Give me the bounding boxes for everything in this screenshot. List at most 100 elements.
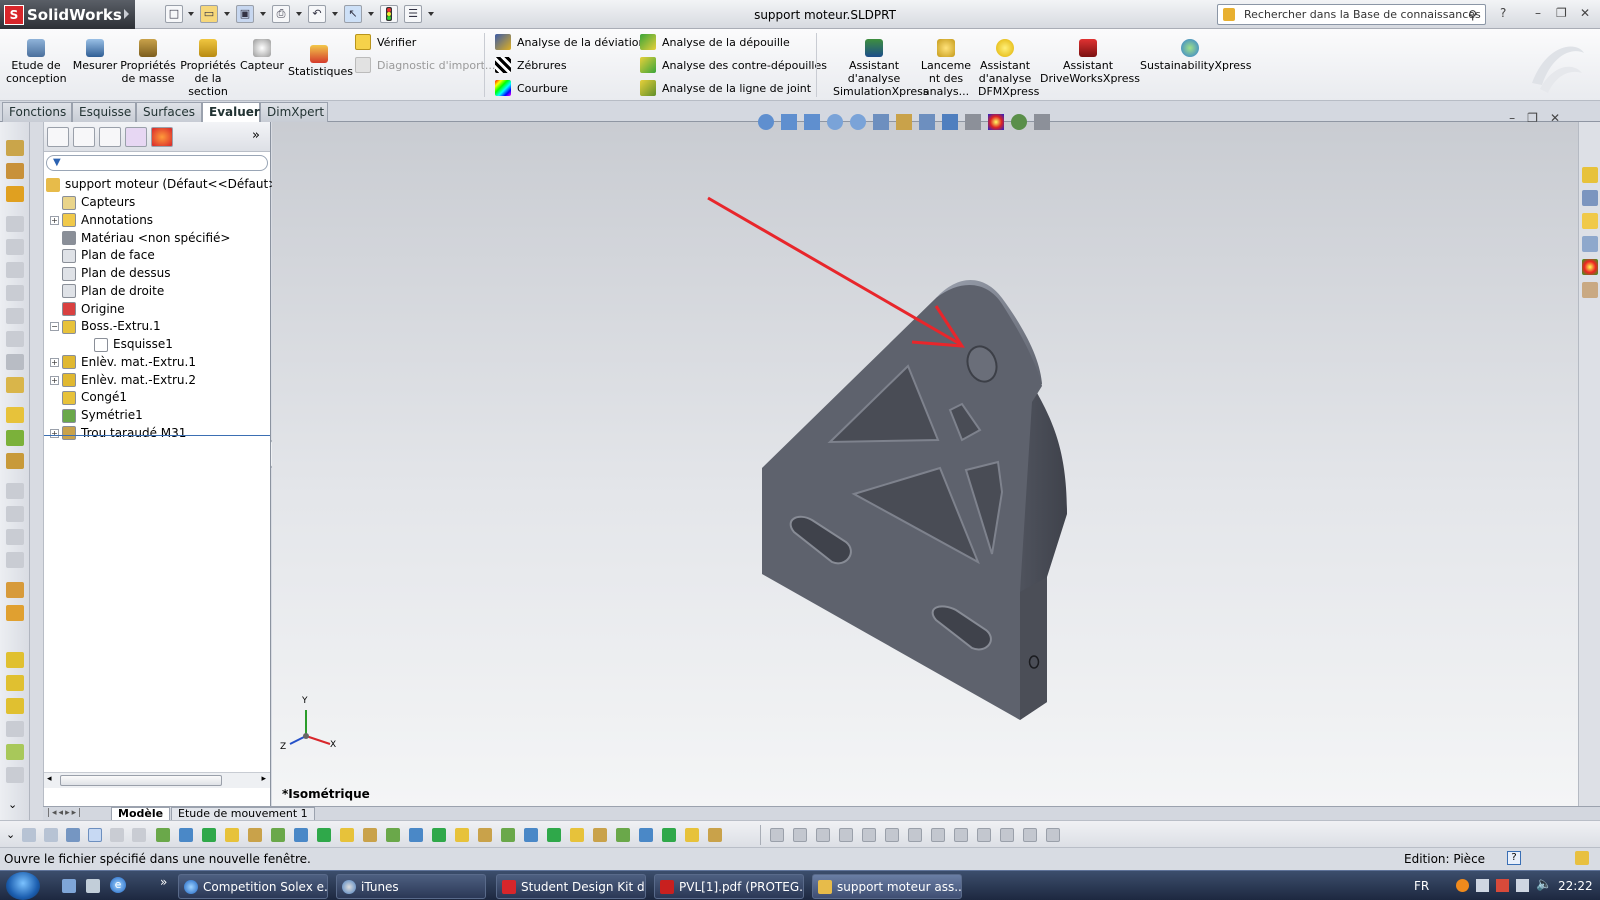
- design-library-icon[interactable]: [1582, 190, 1598, 206]
- print-icon[interactable]: ⎙: [272, 5, 290, 23]
- tree-item[interactable]: Plan de face: [50, 246, 155, 264]
- circular-pattern-icon[interactable]: [6, 529, 24, 545]
- filter-center-marks-icon[interactable]: [386, 828, 400, 842]
- filter-vertices-icon[interactable]: [156, 828, 170, 842]
- horizontal-scrollbar[interactable]: ◂ ▸: [44, 772, 270, 788]
- chamfer-sketch-icon[interactable]: [931, 828, 945, 842]
- select-pointer-icon[interactable]: ↖: [344, 5, 362, 23]
- sustainabilityxpress-button[interactable]: SustainabilityXpress: [1140, 39, 1252, 72]
- box-select-icon[interactable]: [132, 828, 146, 842]
- deviation-analysis-button[interactable]: Analyse de la déviation: [495, 34, 645, 50]
- view-palette-icon[interactable]: [1582, 236, 1598, 252]
- taskbar-button-student-design-kit[interactable]: Student Design Kit d...: [496, 874, 646, 899]
- filter-toggle-icon[interactable]: [66, 828, 80, 842]
- help-icon[interactable]: ?: [1500, 6, 1506, 20]
- section-properties-button[interactable]: Propriétés de la section: [180, 39, 236, 98]
- dimxpert-manager-tab-icon[interactable]: [125, 127, 147, 147]
- tree-item[interactable]: + Annotations: [50, 211, 153, 229]
- minimize-icon[interactable]: –: [1535, 6, 1541, 20]
- taskbar-button-itunes[interactable]: iTunes: [336, 874, 486, 899]
- tree-filter-input[interactable]: ▼: [46, 155, 268, 171]
- filter-axes-icon[interactable]: [271, 828, 285, 842]
- line-icon[interactable]: [816, 828, 830, 842]
- display-manager-tab-icon[interactable]: [151, 127, 173, 147]
- rollback-bar[interactable]: [44, 435, 270, 436]
- filter-blocks-icon[interactable]: [593, 828, 607, 842]
- cut-icon[interactable]: [6, 239, 24, 255]
- options-icon[interactable]: ☰: [404, 5, 422, 23]
- select-other-icon[interactable]: [110, 828, 124, 842]
- scroll-right-icon[interactable]: ▸: [261, 774, 266, 784]
- save-icon[interactable]: ▣: [236, 5, 254, 23]
- expand-node-icon[interactable]: +: [50, 375, 59, 385]
- tab-fonctions[interactable]: Fonctions: [2, 102, 72, 122]
- tree-item[interactable]: Plan de dessus: [50, 264, 171, 282]
- taskbar-button-pdf[interactable]: PVL[1].pdf (PROTEG...: [654, 874, 804, 899]
- tree-item[interactable]: Capteurs: [50, 193, 135, 211]
- selection-filter-icon[interactable]: [22, 828, 36, 842]
- configuration-manager-tab-icon[interactable]: [99, 127, 121, 147]
- file-explorer-icon[interactable]: [1582, 213, 1598, 229]
- security-center-icon[interactable]: [1496, 879, 1509, 892]
- filter-surface-bodies-icon[interactable]: [225, 828, 239, 842]
- scrollbar-thumb[interactable]: [60, 775, 222, 786]
- quicklaunch-overflow-icon[interactable]: »: [160, 875, 167, 889]
- curves-icon[interactable]: [6, 605, 24, 621]
- filter-midpoints-icon[interactable]: [363, 828, 377, 842]
- tree-root-part[interactable]: support moteur (Défaut<<Défaut>_Et: [46, 175, 297, 193]
- chevron-down-icon[interactable]: [428, 12, 434, 16]
- filter-edges-icon[interactable]: [179, 828, 193, 842]
- circle-icon[interactable]: [793, 828, 807, 842]
- internet-explorer-icon[interactable]: e: [110, 877, 126, 893]
- instant3d-icon[interactable]: [6, 698, 24, 714]
- measure-button[interactable]: Mesurer: [72, 39, 118, 72]
- chevron-down-icon[interactable]: [224, 12, 230, 16]
- clock[interactable]: 22:22: [1558, 879, 1593, 893]
- sweep-cut-icon[interactable]: [6, 285, 24, 301]
- filter-routing-points-icon[interactable]: [685, 828, 699, 842]
- loft-cut-icon[interactable]: [6, 308, 24, 324]
- flowxpress-button[interactable]: Lanceme nt des analys...: [920, 39, 972, 98]
- taskbar-button-support-moteur[interactable]: support moteur ass...: [812, 874, 962, 899]
- filter-connection-points-icon[interactable]: [662, 828, 676, 842]
- search-icon[interactable]: ⚲: [1468, 8, 1477, 22]
- tree-item[interactable]: − Boss.-Extru.1: [50, 317, 161, 335]
- chevron-down-icon[interactable]: [188, 12, 194, 16]
- filter-weld-icon[interactable]: [501, 828, 515, 842]
- show-desktop-icon[interactable]: [62, 879, 76, 893]
- new-document-icon[interactable]: □: [165, 5, 183, 23]
- filter-sketch-segments-icon[interactable]: [340, 828, 354, 842]
- start-button[interactable]: [6, 872, 40, 900]
- explorer-icon[interactable]: [86, 879, 100, 893]
- restore-icon[interactable]: ❐: [1556, 6, 1567, 20]
- open-folder-icon[interactable]: ▭: [200, 5, 218, 23]
- expand-node-icon[interactable]: +: [50, 428, 59, 438]
- collapse-node-icon[interactable]: −: [50, 322, 59, 332]
- point-icon[interactable]: [770, 828, 784, 842]
- tab-surfaces[interactable]: Surfaces: [136, 102, 202, 122]
- clear-filters-icon[interactable]: [44, 828, 58, 842]
- sensor-button[interactable]: Capteur: [238, 39, 286, 72]
- fillet-sketch-icon[interactable]: [908, 828, 922, 842]
- hole-wizard-icon[interactable]: [6, 552, 24, 568]
- part-model-render[interactable]: [272, 122, 1578, 806]
- expand-node-icon[interactable]: +: [50, 215, 59, 225]
- tab-scroll-arrows-icon[interactable]: |◂◂▸▸|: [47, 808, 83, 818]
- solidworks-resources-icon[interactable]: [1582, 167, 1598, 183]
- boundary-cut-icon[interactable]: [6, 331, 24, 347]
- undo-icon[interactable]: ↶: [308, 5, 326, 23]
- tree-item[interactable]: + Enlèv. mat.-Extru.2: [50, 371, 196, 389]
- help-status-icon[interactable]: ?: [1507, 851, 1521, 865]
- trim-icon[interactable]: [862, 828, 876, 842]
- driveworksxpress-button[interactable]: Assistant DriveWorksXpress: [1040, 39, 1140, 85]
- filter-cosmetic-thread-icon[interactable]: [547, 828, 561, 842]
- chevron-down-icon[interactable]: [260, 12, 266, 16]
- 3d-sketch-icon[interactable]: [6, 652, 24, 668]
- tree-item[interactable]: Matériau <non spécifié>: [50, 229, 230, 247]
- chevron-down-icon[interactable]: ⌄: [8, 798, 17, 811]
- expand-panel-icon[interactable]: »: [252, 128, 260, 143]
- filter-dimensions-icon[interactable]: [409, 828, 423, 842]
- angle-icon[interactable]: [1046, 828, 1060, 842]
- close-icon[interactable]: ✕: [1580, 6, 1590, 20]
- corner-icon[interactable]: [977, 828, 991, 842]
